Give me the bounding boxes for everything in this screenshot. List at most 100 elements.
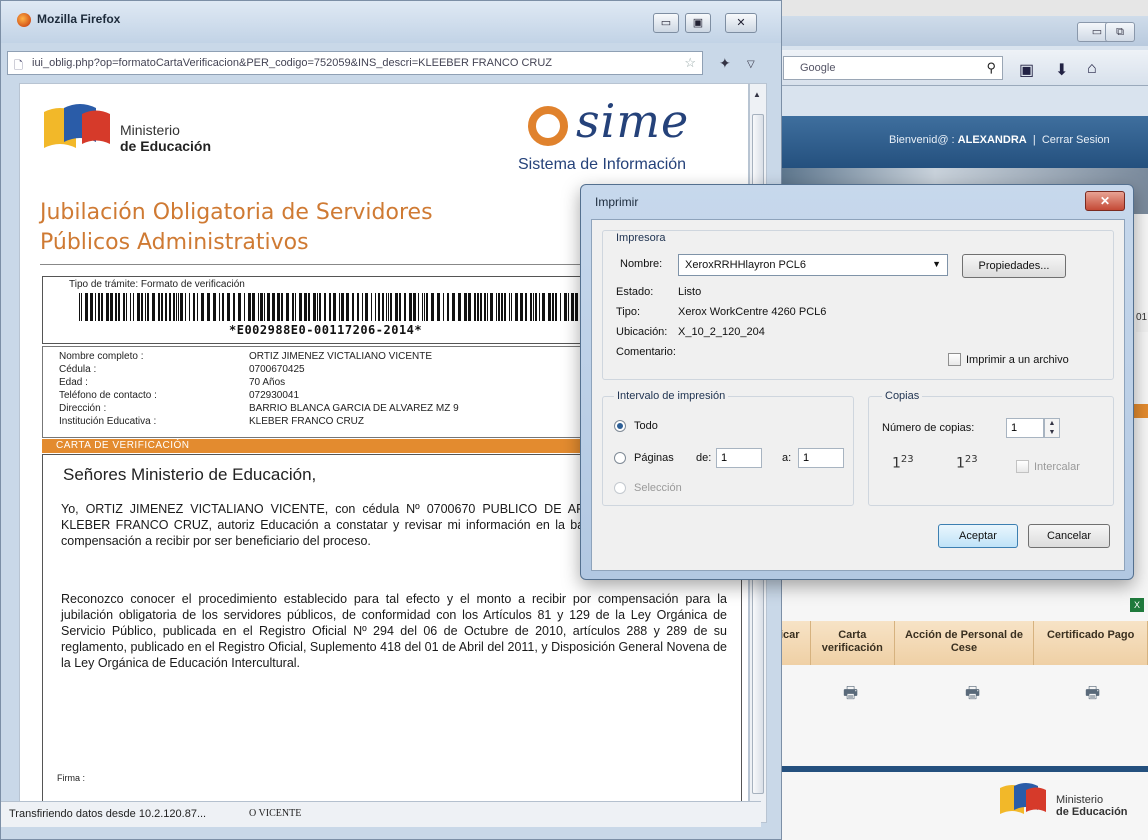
- search-icon[interactable]: ⚲: [986, 60, 996, 76]
- print-to-file-checkbox[interactable]: [948, 353, 961, 366]
- barcode-bar: [90, 293, 93, 321]
- barcode-bar: [515, 293, 518, 321]
- properties-button[interactable]: Propiedades...: [962, 254, 1066, 278]
- barcode-bar: [426, 293, 428, 321]
- barcode-bar: [126, 293, 127, 321]
- status-text: Transfiriendo datos desde 10.2.120.87...: [9, 808, 207, 820]
- ministry-line2: de Educación: [120, 138, 212, 154]
- barcode-bar: [555, 293, 557, 321]
- type-label: Tipo:: [616, 306, 641, 318]
- barcode-bar: [158, 293, 160, 321]
- barcode-bar: [431, 293, 434, 321]
- print-icon[interactable]: 🖶: [843, 682, 858, 709]
- barcode-bar: [133, 293, 134, 321]
- collate-checkbox[interactable]: [1016, 460, 1029, 473]
- barcode-bar: [501, 293, 503, 321]
- range-pages-label: Páginas: [634, 452, 674, 464]
- ministry-logo: Ministerio de Educación: [44, 96, 244, 154]
- maximize-button[interactable]: ▣: [685, 13, 711, 33]
- print-to-file-label: Imprimir a un archivo: [966, 354, 1069, 366]
- minimize-button[interactable]: ▭: [653, 13, 679, 33]
- barcode-bar: [399, 293, 401, 321]
- barcode-bar: [390, 293, 392, 321]
- range-group-label: Intervalo de impresión: [614, 390, 729, 402]
- field-value: 70 Años: [249, 377, 286, 388]
- dropdown-icon[interactable]: ▽: [747, 59, 755, 70]
- bookmarks-icon[interactable]: ▣: [1019, 60, 1034, 80]
- barcode-bar: [272, 293, 275, 321]
- barcode-bar: [468, 293, 471, 321]
- feed-icon[interactable]: ✦: [719, 55, 731, 72]
- barcode-bar: [115, 293, 117, 321]
- barcode-bar: [339, 293, 340, 321]
- barcode-bar: [222, 293, 224, 321]
- barcode-bar: [464, 293, 467, 321]
- barcode-bar: [299, 293, 302, 321]
- tramite-type: Tipo de trámite: Formato de verificación: [69, 279, 245, 290]
- close-button[interactable]: ✕: [725, 13, 757, 33]
- field-label: Dirección :: [59, 403, 107, 414]
- address-bar[interactable]: 🗋 iui_oblig.php?op=formatoCartaVerificac…: [7, 51, 703, 75]
- cancel-button[interactable]: Cancelar: [1028, 524, 1110, 548]
- background-toolbar: Google ⚲ ▣ ⬇ ⌂: [761, 50, 1148, 86]
- barcode-bar: [520, 293, 523, 321]
- range-all-radio[interactable]: [614, 420, 626, 432]
- title-bar: Mozilla Firefox ▭ ▣ ✕: [1, 1, 781, 43]
- bookmark-star-icon[interactable]: ☆: [684, 55, 696, 71]
- ok-button[interactable]: Aceptar: [938, 524, 1018, 548]
- barcode-bar: [443, 293, 444, 321]
- dialog-title: Imprimir: [595, 195, 639, 209]
- scroll-up-icon[interactable]: ▲: [753, 90, 761, 99]
- barcode-bar: [178, 293, 179, 321]
- barcode-bar: [362, 293, 363, 321]
- field-value: BARRIO BLANCA GARCIA DE ALVAREZ MZ 9: [249, 403, 459, 414]
- field-label: Institución Educativa :: [59, 416, 157, 427]
- barcode-bar: [319, 293, 321, 321]
- barcode-bar: [180, 293, 183, 321]
- side-fragment: 01: [1136, 312, 1148, 332]
- logo-line1: Ministerio: [1056, 794, 1104, 806]
- range-selection-radio[interactable]: [614, 482, 626, 494]
- barcode-bar: [238, 293, 241, 321]
- range-pages-radio[interactable]: [614, 452, 626, 464]
- from-page-input[interactable]: 1: [716, 448, 762, 468]
- printer-select[interactable]: XeroxRRHHlayron PCL6 ▼: [678, 254, 948, 276]
- barcode-bar: [371, 293, 372, 321]
- sime-brand: sime: [576, 94, 690, 148]
- barcode-bar: [85, 293, 88, 321]
- barcode-bar: [79, 293, 80, 321]
- signature-label: Firma :: [57, 773, 85, 783]
- barcode-bar: [386, 293, 387, 321]
- search-input[interactable]: Google ⚲: [783, 56, 1003, 80]
- barcode-bar: [106, 293, 109, 321]
- field-value: KLEBER FRANCO CRUZ: [249, 416, 365, 427]
- barcode-bar: [575, 293, 578, 321]
- logout-link[interactable]: Cerrar Sesion: [1042, 134, 1110, 146]
- to-page-input[interactable]: 1: [798, 448, 844, 468]
- name-label: Nombre:: [620, 258, 663, 270]
- ministry-logo: Ministerio de Educación: [1000, 778, 1140, 822]
- search-placeholder: Google: [800, 62, 836, 74]
- barcode-bar: [313, 293, 316, 321]
- ministry-line1: Ministerio: [120, 122, 180, 138]
- status-bar: Transfiriendo datos desde 10.2.120.87...…: [1, 801, 761, 827]
- window-title: Mozilla Firefox: [37, 12, 121, 26]
- print-icon[interactable]: 🖶: [1085, 682, 1100, 709]
- home-icon[interactable]: ⌂: [1087, 60, 1097, 78]
- barcode-bar: [189, 293, 190, 321]
- sime-ring-icon: [528, 106, 568, 146]
- barcode-bar: [548, 293, 551, 321]
- barcode-bar: [511, 293, 512, 321]
- excel-icon[interactable]: X: [1130, 598, 1144, 612]
- close-button[interactable]: ✕: [1085, 191, 1125, 211]
- field-label: Nombre completo :: [59, 351, 144, 362]
- copies-stepper[interactable]: ▲ ▼: [1044, 418, 1060, 438]
- barcode-bar: [304, 293, 307, 321]
- download-icon[interactable]: ⬇: [1055, 60, 1068, 80]
- barcode-bar: [197, 293, 198, 321]
- print-icon[interactable]: 🖶: [965, 682, 980, 709]
- barcode-bar: [382, 293, 384, 321]
- restore-button[interactable]: ⧉: [1105, 22, 1135, 42]
- copies-input[interactable]: 1: [1006, 418, 1044, 438]
- barcode-bar: [264, 293, 265, 321]
